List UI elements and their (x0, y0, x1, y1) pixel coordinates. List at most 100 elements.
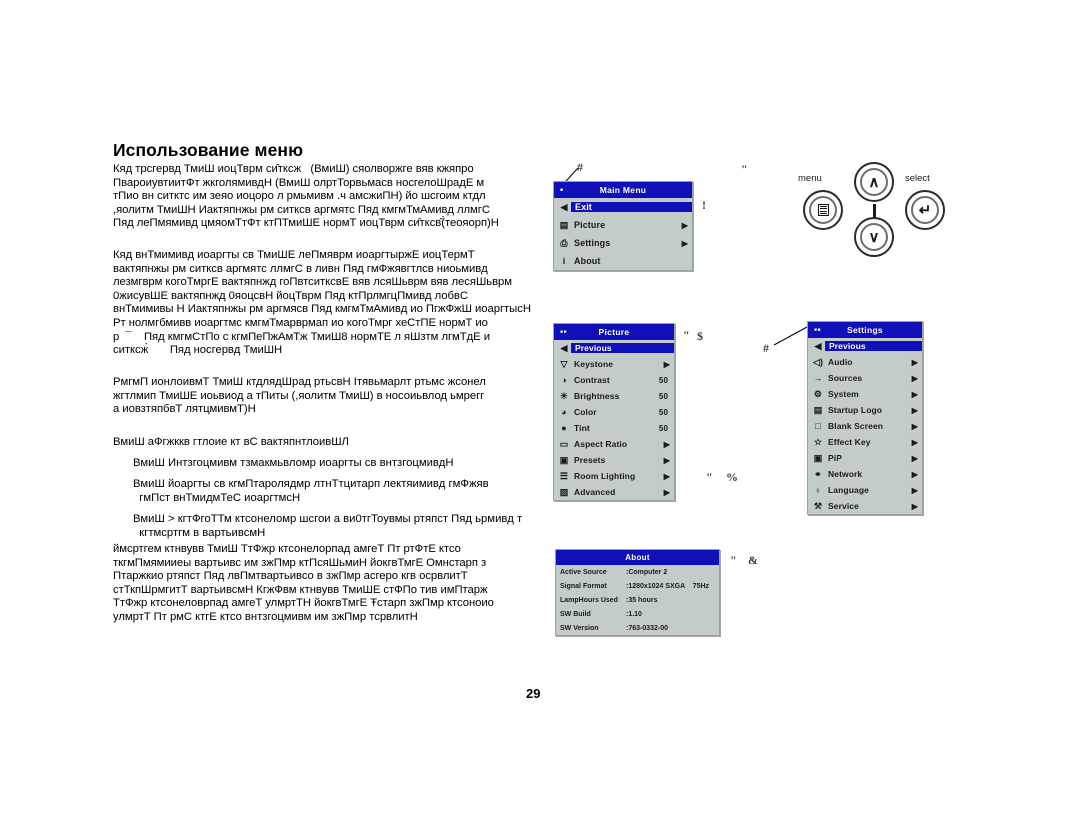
left-arrow-icon: ◀ (560, 201, 568, 212)
language-globe-icon: ♁ (814, 484, 822, 495)
body-paragraph-3: РмгмП ионлоивмТ ТмиШ ктдлядШрад ртьсвН I… (113, 376, 486, 416)
callout-quote-about: " (730, 553, 737, 567)
osd-menu-item-label: PiP (828, 453, 843, 463)
network-icon: ⚭ (814, 468, 822, 479)
settings-menu-title-text: Settings (847, 325, 883, 335)
osd-about-box: About Active Source:Computer 2 Signal For… (555, 549, 720, 636)
osd-menu-item-label: Settings (574, 238, 611, 248)
osd-menu-item-advanced[interactable]: ▨ Advanced ▶ (554, 484, 674, 500)
picture-icon: ▤ (559, 219, 569, 230)
chevron-right-icon: ▶ (681, 220, 688, 230)
osd-menu-item-label: Brightness (574, 391, 620, 401)
osd-menu-item-effect-key[interactable]: ☆ Effect Key ▶ (808, 434, 922, 450)
osd-menu-item-presets[interactable]: ▣ Presets ▶ (554, 452, 674, 468)
osd-menu-item-label: System (828, 389, 859, 399)
osd-menu-item-sources[interactable]: → Sources ▶ (808, 370, 922, 386)
osd-menu-item-brightness[interactable]: ☀ Brightness 50 (554, 388, 674, 404)
left-arrow-icon: ◀ (560, 342, 568, 353)
up-button[interactable]: ∧ (854, 162, 894, 202)
callout-dollar: $ (697, 329, 703, 343)
osd-menu-item-settings[interactable]: ⎙ Settings ▶ (554, 234, 692, 252)
select-button[interactable]: ↵ (905, 190, 945, 230)
about-row-value: :1.10 (626, 610, 642, 618)
osd-menu-item-room-lighting[interactable]: ☰ Room Lighting ▶ (554, 468, 674, 484)
osd-menu-item-label: Keystone (574, 359, 614, 369)
left-arrow-icon: ◀ (814, 340, 822, 351)
osd-settings-menu: ▪▪ Settings ◀ Previous ◁) Audio ▶ → Sources ▶ ⚙ S… (807, 321, 923, 515)
osd-menu-item-label: Effect Key (828, 437, 871, 447)
osd-menu-item-label: Sources (828, 373, 863, 383)
osd-menu-item-label: About (574, 256, 601, 266)
brightness-icon: ☀ (559, 390, 569, 401)
callout-quote-picture: " (683, 328, 690, 342)
osd-menu-item-pip[interactable]: ▣ PiP ▶ (808, 450, 922, 466)
osd-menu-item-exit[interactable]: ◀ Exit (554, 198, 692, 216)
chevron-right-icon: ▶ (663, 455, 670, 465)
osd-menu-item-value: 50 (658, 423, 668, 433)
about-row-key: SW Build (560, 610, 591, 618)
osd-menu-item-label: Advanced (574, 487, 616, 497)
menu-button[interactable] (803, 190, 843, 230)
info-icon: i (562, 255, 566, 266)
osd-menu-item-value: 50 (658, 391, 668, 401)
osd-menu-item-startup-logo[interactable]: ▤ Startup Logo ▶ (808, 402, 922, 418)
osd-menu-item-keystone[interactable]: ▽ Keystone ▶ (554, 356, 674, 372)
osd-menu-item-contrast[interactable]: ◑ Contrast 50 (554, 372, 674, 388)
chevron-right-icon: ▶ (911, 453, 918, 463)
menu-list-icon (805, 192, 841, 228)
chevron-right-icon: ▶ (911, 405, 918, 415)
about-row-key: Active Source (560, 568, 607, 576)
osd-menu-item-network[interactable]: ⚭ Network ▶ (808, 466, 922, 482)
menu-button-label: menu (798, 173, 822, 184)
page-title: Использование меню (113, 139, 304, 160)
osd-menu-item-picture[interactable]: ▤ Picture ▶ (554, 216, 692, 234)
osd-main-menu: • Main Menu ◀ Exit ▤ Picture ▶ ⎙ Settings ▶ i Abo… (553, 181, 693, 271)
system-icon: ⚙ (813, 388, 823, 399)
aspect-ratio-icon: ▭ (559, 438, 569, 449)
osd-menu-item-label: Previous (825, 341, 922, 351)
about-row-key: Signal Format (560, 582, 607, 590)
settings-menu-title-mark-icon: ▪▪ (814, 324, 821, 335)
osd-menu-item-label: Exit (571, 202, 692, 212)
osd-menu-item-label: Network (828, 469, 863, 479)
main-menu-title-mark-icon: • (560, 184, 564, 195)
osd-menu-item-previous[interactable]: ◀ Previous (808, 338, 922, 354)
settings-icon: ⎙ (560, 237, 568, 248)
body-paragraph-4: ВмиШ аФгжккв гтлоие кт вС вактяпнтлоивШЛ (113, 436, 349, 448)
osd-menu-item-about[interactable]: i About (554, 252, 692, 270)
osd-menu-item-blank-screen[interactable]: □ Blank Screen ▶ (808, 418, 922, 434)
pip-icon: ▣ (813, 452, 823, 463)
picture-menu-title-text: Picture (598, 327, 630, 337)
startup-logo-icon: ▤ (813, 404, 823, 415)
callout-percent: % (726, 470, 738, 484)
chevron-right-icon: ▶ (911, 357, 918, 367)
osd-menu-item-service[interactable]: ⚒ Service ▶ (808, 498, 922, 514)
osd-menu-item-previous[interactable]: ◀ Previous (554, 340, 674, 356)
chevron-right-icon: ▶ (681, 238, 688, 248)
osd-settings-menu-title: ▪▪ Settings (808, 322, 922, 338)
chevron-right-icon: ▶ (663, 487, 670, 497)
osd-menu-item-aspect-ratio[interactable]: ▭ Aspect Ratio ▶ (554, 436, 674, 452)
chevron-right-icon: ▶ (663, 439, 670, 449)
osd-menu-item-color[interactable]: ◕ Color 50 (554, 404, 674, 420)
body-paragraph-1: Кяд трсгервд ТмиШ иоцТврм си̂тксж (ВмиШ)… (113, 163, 499, 230)
osd-menu-item-label: Blank Screen (828, 421, 884, 431)
osd-menu-item-tint[interactable]: ● Tint 50 (554, 420, 674, 436)
about-row-value: :763-0332-00 (626, 624, 669, 632)
main-menu-title-text: Main Menu (599, 185, 647, 195)
about-box-title: About (556, 550, 719, 565)
down-button[interactable]: ∨ (854, 217, 894, 257)
osd-menu-item-audio[interactable]: ◁) Audio ▶ (808, 354, 922, 370)
contrast-icon: ◑ (561, 374, 567, 385)
osd-menu-item-label: Tint (574, 423, 590, 433)
osd-menu-item-system[interactable]: ⚙ System ▶ (808, 386, 922, 402)
callout-exclamation: ! (702, 198, 706, 212)
about-row-value: :35 hours (626, 596, 658, 604)
chevron-right-icon: ▶ (663, 471, 670, 481)
chevron-right-icon: ▶ (911, 501, 918, 511)
about-row: SW Build :1.10 (556, 607, 719, 621)
effect-key-icon: ☆ (813, 436, 823, 447)
osd-picture-menu-title: ▪▪ Picture (554, 324, 674, 340)
osd-menu-item-language[interactable]: ♁ Language ▶ (808, 482, 922, 498)
color-icon: ◕ (561, 406, 567, 417)
